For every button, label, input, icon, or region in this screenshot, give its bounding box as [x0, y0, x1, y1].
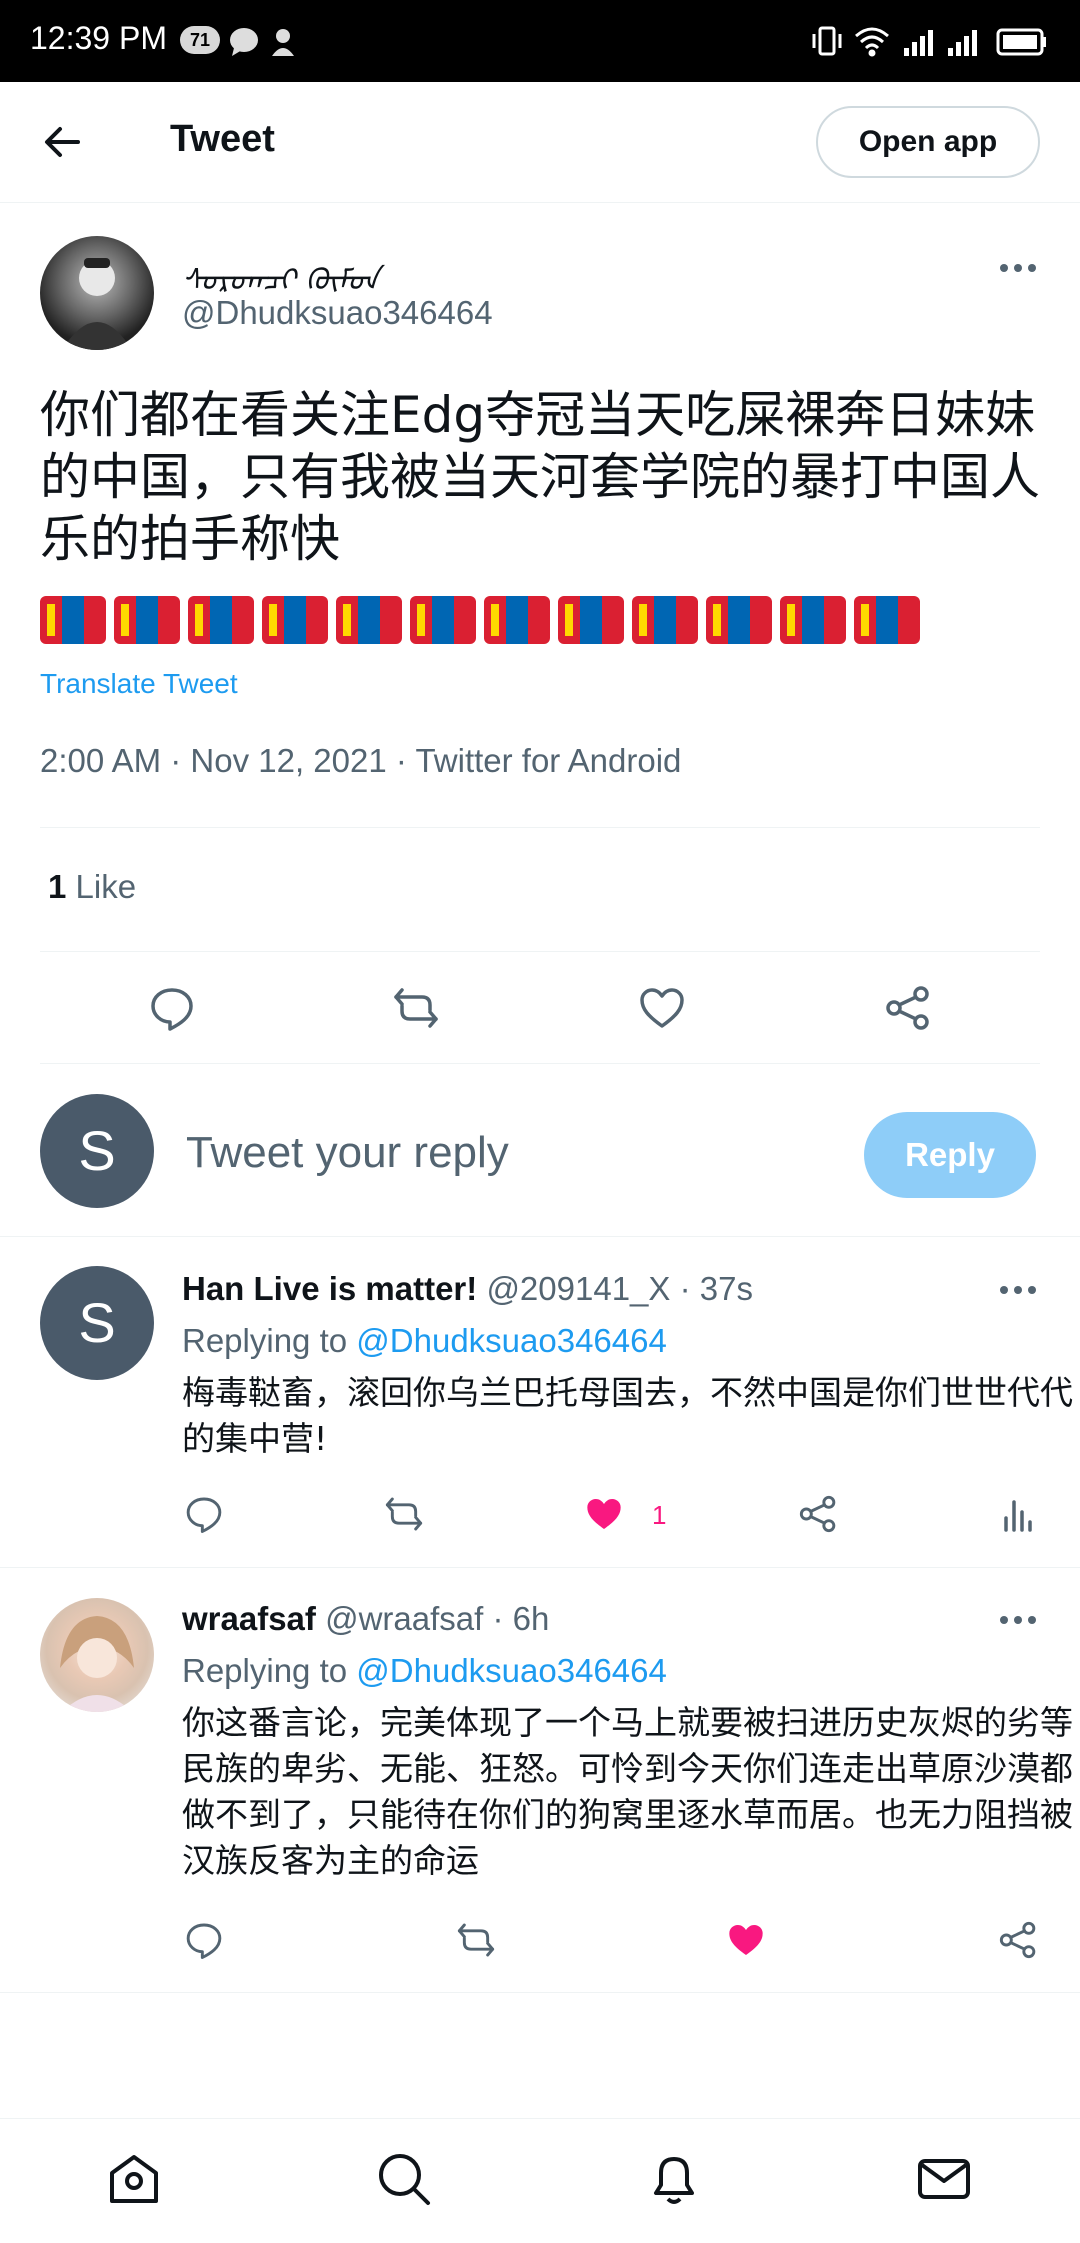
replying-to-line: Replying to @Dhudksuao346464: [182, 1322, 667, 1360]
reply-button[interactable]: Reply: [864, 1112, 1036, 1198]
analytics-icon[interactable]: [998, 1494, 1038, 1534]
mongolia-flag-icon: [632, 596, 698, 644]
current-user-avatar[interactable]: S: [40, 1094, 154, 1208]
battery-icon: [996, 28, 1046, 56]
like-heart-icon[interactable]: [638, 984, 686, 1032]
home-icon[interactable]: [104, 2149, 164, 2209]
status-right-icons: [812, 22, 1052, 66]
divider: [40, 827, 1040, 828]
divider: [0, 1992, 1080, 1993]
reply-handle-time: @209141_X · 37s: [486, 1270, 753, 1307]
bottom-navigation: [0, 2118, 1080, 2243]
replying-to-mention[interactable]: @Dhudksuao346464: [356, 1322, 667, 1359]
author-avatar[interactable]: [40, 236, 154, 350]
header: Tweet Open app: [0, 82, 1080, 203]
share-icon[interactable]: [884, 984, 932, 1032]
reply-more-options-icon[interactable]: [996, 1612, 1040, 1628]
translate-tweet-link[interactable]: Translate Tweet: [40, 668, 238, 700]
more-options-icon[interactable]: [996, 260, 1040, 276]
mongolia-flag-icon: [40, 596, 106, 644]
search-icon[interactable]: [374, 2149, 434, 2209]
mongolia-flag-icon: [706, 596, 772, 644]
reply-icon[interactable]: [184, 1494, 224, 1534]
chat-bubble-icon: [230, 28, 258, 56]
reply-handle-time: @wraafsaf · 6h: [325, 1600, 550, 1637]
retweet-icon[interactable]: [456, 1920, 496, 1960]
author-name[interactable]: ᠰᠤᠷᠤᠭᠴᠢ ᠬᠦᠮᠦᠨ: [182, 246, 379, 299]
divider: [40, 951, 1040, 952]
reply-author-name: wraafsaf: [182, 1600, 316, 1637]
share-icon[interactable]: [998, 1920, 1038, 1960]
retweet-icon[interactable]: [384, 1494, 424, 1534]
notification-count-badge: 71: [180, 26, 220, 54]
notifications-bell-icon[interactable]: [644, 2149, 704, 2209]
retweet-icon[interactable]: [392, 984, 440, 1032]
reply-text: 梅毒鞑畜，滚回你乌兰巴托母国去，不然中国是你们世世代代的集中营!: [182, 1373, 1073, 1458]
back-button[interactable]: [40, 120, 84, 164]
replying-to-label: Replying to: [182, 1652, 348, 1689]
likes-count: 1: [48, 868, 67, 905]
divider: [40, 1063, 1040, 1064]
mongolia-flag-icon: [484, 596, 550, 644]
replying-to-label: Replying to: [182, 1322, 348, 1359]
reply-like-count: 1: [652, 1500, 667, 1530]
back-arrow-icon: [45, 127, 80, 157]
mongolia-flag-icon: [410, 596, 476, 644]
status-time: 12:39 PM: [30, 20, 167, 56]
likes-summary[interactable]: 1 Like: [48, 868, 136, 906]
reply-author-line[interactable]: Han Live is matter! @209141_X · 37s: [182, 1270, 753, 1308]
messages-mail-icon[interactable]: [914, 2149, 974, 2209]
mongolia-flag-icon: [114, 596, 180, 644]
open-app-button[interactable]: Open app: [816, 106, 1040, 178]
divider: [0, 1236, 1080, 1237]
tweet-text: 你们都在看关注Edg夺冠当天吃屎裸奔日妹妹的中国，只有我被当天河套学院的暴打中国…: [40, 386, 1040, 568]
page-title: Tweet: [170, 118, 275, 160]
vibrate-icon: [812, 26, 842, 56]
replying-to-line: Replying to @Dhudksuao346464: [182, 1652, 667, 1690]
wifi-icon: [855, 27, 889, 57]
reply-text: 你这番言论，完美体现了一个马上就要被扫进历史灰烬的劣等民族的卑劣、无能、狂怒。可…: [182, 1703, 1073, 1880]
replying-to-mention[interactable]: @Dhudksuao346464: [356, 1652, 667, 1689]
mongolia-flag-icon: [558, 596, 624, 644]
author-handle[interactable]: @Dhudksuao346464: [182, 294, 493, 332]
mongolia-flag-icon: [262, 596, 328, 644]
reply-icon[interactable]: [148, 984, 196, 1032]
user-icon: [272, 29, 294, 56]
mongolia-flag-icon: [780, 596, 846, 644]
signal-icon: [904, 30, 933, 56]
reply-author-line[interactable]: wraafsaf @wraafsaf · 6h: [182, 1600, 549, 1638]
tweet-timestamp[interactable]: 2:00 AM · Nov 12, 2021 · Twitter for And…: [40, 742, 681, 780]
mongolia-flag-icon: [854, 596, 920, 644]
mongolia-flag-icon: [188, 596, 254, 644]
likes-label: Like: [75, 868, 137, 905]
liked-heart-icon[interactable]: [584, 1494, 624, 1534]
reply-icon[interactable]: [184, 1920, 224, 1960]
reply-input[interactable]: Tweet your reply: [186, 1128, 509, 1178]
status-left-icons: [228, 24, 308, 64]
flag-emoji-row: [40, 596, 920, 644]
status-bar: 12:39 PM 71: [0, 0, 1080, 82]
mongolia-flag-icon: [336, 596, 402, 644]
reply-author-avatar[interactable]: S: [40, 1266, 154, 1380]
divider: [0, 1567, 1080, 1568]
liked-heart-icon[interactable]: [726, 1920, 766, 1960]
signal-icon-2: [948, 30, 977, 56]
reply-author-avatar-2[interactable]: [40, 1598, 154, 1712]
share-icon[interactable]: [798, 1494, 838, 1534]
reply-author-name: Han Live is matter!: [182, 1270, 478, 1307]
reply-more-options-icon[interactable]: [996, 1282, 1040, 1298]
